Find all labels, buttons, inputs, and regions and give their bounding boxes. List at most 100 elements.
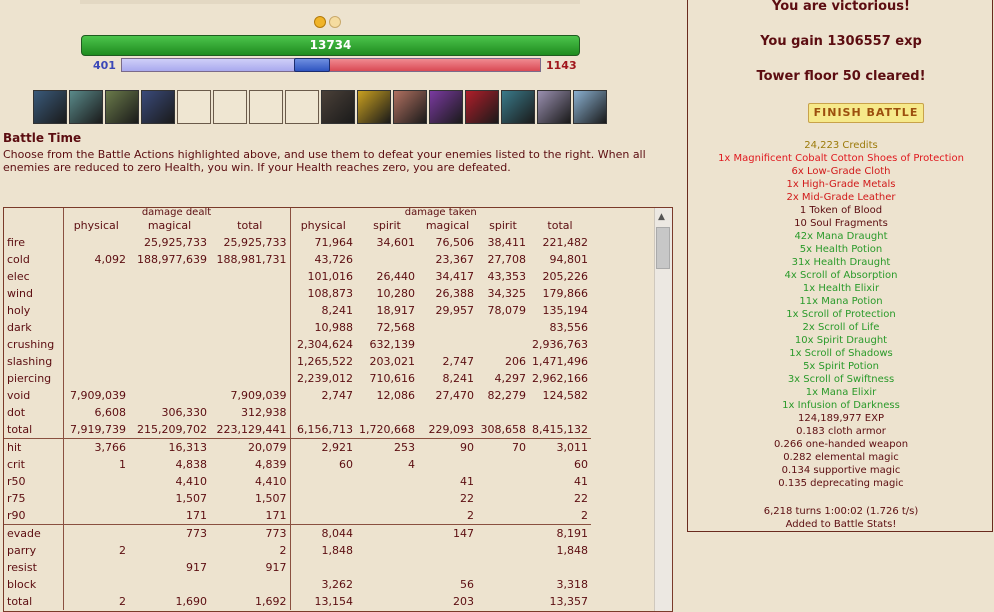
stat-cell: 1,690 xyxy=(175,595,208,608)
stats-row: piercing 2,239,012 710,616 8,241 4,297 2,962,… xyxy=(4,370,591,387)
mana-bar-handle[interactable] xyxy=(294,58,330,72)
stat-cell: 632,139 xyxy=(369,338,416,351)
empty-slot-icon xyxy=(213,90,247,124)
vertical-scrollbar[interactable]: ▲ xyxy=(654,208,672,611)
skill-icon-8[interactable] xyxy=(429,90,463,124)
stat-cell: 2 xyxy=(119,595,126,608)
scroll-up-icon[interactable]: ▲ xyxy=(658,212,665,222)
round-dot xyxy=(314,16,326,28)
stat-cell xyxy=(356,473,418,490)
empty-slot-icon xyxy=(177,90,211,124)
battle-stats-panel[interactable]: damage dealt damage taken physical magica… xyxy=(3,207,673,612)
stat-cell xyxy=(290,507,356,525)
stat-cell xyxy=(356,507,418,525)
stat-cell: 205,226 xyxy=(542,270,588,283)
stat-cell xyxy=(529,559,591,576)
stat-cell xyxy=(63,473,129,490)
stat-cell: 72,568 xyxy=(376,321,416,334)
stat-cell: 41 xyxy=(460,475,474,488)
drop-item: 0.134 supportive magic xyxy=(781,465,901,476)
drop-item: 10 Soul Fragments xyxy=(794,218,888,229)
drop-item: 124,189,977 EXP xyxy=(798,413,884,424)
stat-cell: 3,766 xyxy=(63,438,129,456)
stat-cell: 2,921 xyxy=(290,438,356,456)
scrollbar-thumb[interactable] xyxy=(656,227,670,269)
skill-icon-12[interactable] xyxy=(573,90,607,124)
stat-cell: 56 xyxy=(460,578,474,591)
stat-cell: 34,417 xyxy=(435,270,475,283)
stat-cell xyxy=(477,336,529,353)
stat-cell: 2,747 xyxy=(442,355,475,368)
stat-cell xyxy=(129,576,210,593)
column-header: physical xyxy=(73,219,119,232)
stat-cell xyxy=(290,559,356,576)
drop-item: 6x Low-Grade Cloth xyxy=(791,166,891,177)
stat-cell: 1,507 xyxy=(175,492,208,505)
finish-battle-button[interactable]: FINISH BATTLE xyxy=(808,103,924,123)
stat-cell: 773 xyxy=(129,524,210,542)
stat-cell: 1,507 xyxy=(210,490,291,507)
row-label: block xyxy=(4,576,64,593)
sub-header-row: physical magical total physical spirit magica… xyxy=(4,217,591,234)
stat-cell: 253 xyxy=(356,438,418,456)
skill-icon-3[interactable] xyxy=(105,90,139,124)
skill-icon-2[interactable] xyxy=(69,90,103,124)
stat-cell: 2,304,624 xyxy=(297,338,353,351)
stat-cell: 215,209,702 xyxy=(137,423,207,436)
battle-title: Battle Time xyxy=(3,131,82,145)
stats-row: dot 6,608 306,330 312,938 xyxy=(4,404,591,421)
stat-cell: 94,801 xyxy=(549,253,588,266)
stats-row: hit 3,766 16,313 20,079 2,921 253 90 70 3,011 xyxy=(4,438,591,456)
stat-cell xyxy=(63,507,129,525)
skill-icon-4[interactable] xyxy=(141,90,175,124)
stat-cell: 773 xyxy=(210,524,291,542)
stat-cell xyxy=(129,268,210,285)
row-label: total xyxy=(4,421,64,439)
drop-item: 10x Spirit Draught xyxy=(794,335,888,346)
stat-cell xyxy=(63,524,129,542)
drop-item: 1x Magnificent Cobalt Cotton Shoes of Pr… xyxy=(718,153,964,164)
stat-cell: 13,357 xyxy=(549,595,588,608)
top-fade xyxy=(80,0,580,4)
skill-icon-5[interactable] xyxy=(321,90,355,124)
stat-cell: 101,016 xyxy=(307,270,354,283)
skill-icon-6[interactable] xyxy=(357,90,391,124)
skill-icon-1[interactable] xyxy=(33,90,67,124)
stat-cell xyxy=(418,404,477,421)
battle-stats-table: damage dealt damage taken physical magica… xyxy=(4,208,591,610)
skill-icon-11[interactable] xyxy=(537,90,571,124)
stat-cell: 917 xyxy=(186,561,207,574)
stat-cell: 18,917 xyxy=(376,304,416,317)
stat-cell xyxy=(63,319,129,336)
row-label: dot xyxy=(4,404,64,421)
column-header: physical xyxy=(300,219,346,232)
stat-cell: 203 xyxy=(453,595,474,608)
skill-icon-10[interactable] xyxy=(501,90,535,124)
stat-cell xyxy=(529,404,591,421)
drop-item: 2x Mid-Grade Leather xyxy=(786,192,896,203)
mana-bar xyxy=(121,58,541,72)
drop-item: 1x Health Elixir xyxy=(802,283,880,294)
stat-cell: 4,838 xyxy=(175,458,208,471)
row-label: wind xyxy=(4,285,64,302)
skill-icon-9[interactable] xyxy=(465,90,499,124)
row-label: piercing xyxy=(4,370,64,387)
stat-cell: 13,154 xyxy=(314,595,354,608)
drop-item: 3x Scroll of Swiftness xyxy=(787,374,895,385)
stat-cell xyxy=(63,576,129,593)
drop-item: 5x Spirit Potion xyxy=(803,361,879,372)
drop-list: 24,223 Credits 1x Magnificent Cobalt Cott… xyxy=(688,139,994,490)
stat-cell: 78,079 xyxy=(487,304,527,317)
group-header-row: damage dealt damage taken xyxy=(4,208,591,218)
stat-cell: 10,280 xyxy=(376,287,416,300)
stat-cell: 34,601 xyxy=(376,236,416,249)
stat-cell xyxy=(210,576,291,593)
column-header: magical xyxy=(425,219,470,232)
drop-item: 5x Health Potion xyxy=(799,244,883,255)
stat-cell: 8,241 xyxy=(321,304,354,317)
stat-cell: 206 xyxy=(505,355,526,368)
stat-cell xyxy=(356,542,418,559)
skill-icon-7[interactable] xyxy=(393,90,427,124)
stat-cell: 108,873 xyxy=(307,287,354,300)
stat-cell xyxy=(210,370,291,387)
